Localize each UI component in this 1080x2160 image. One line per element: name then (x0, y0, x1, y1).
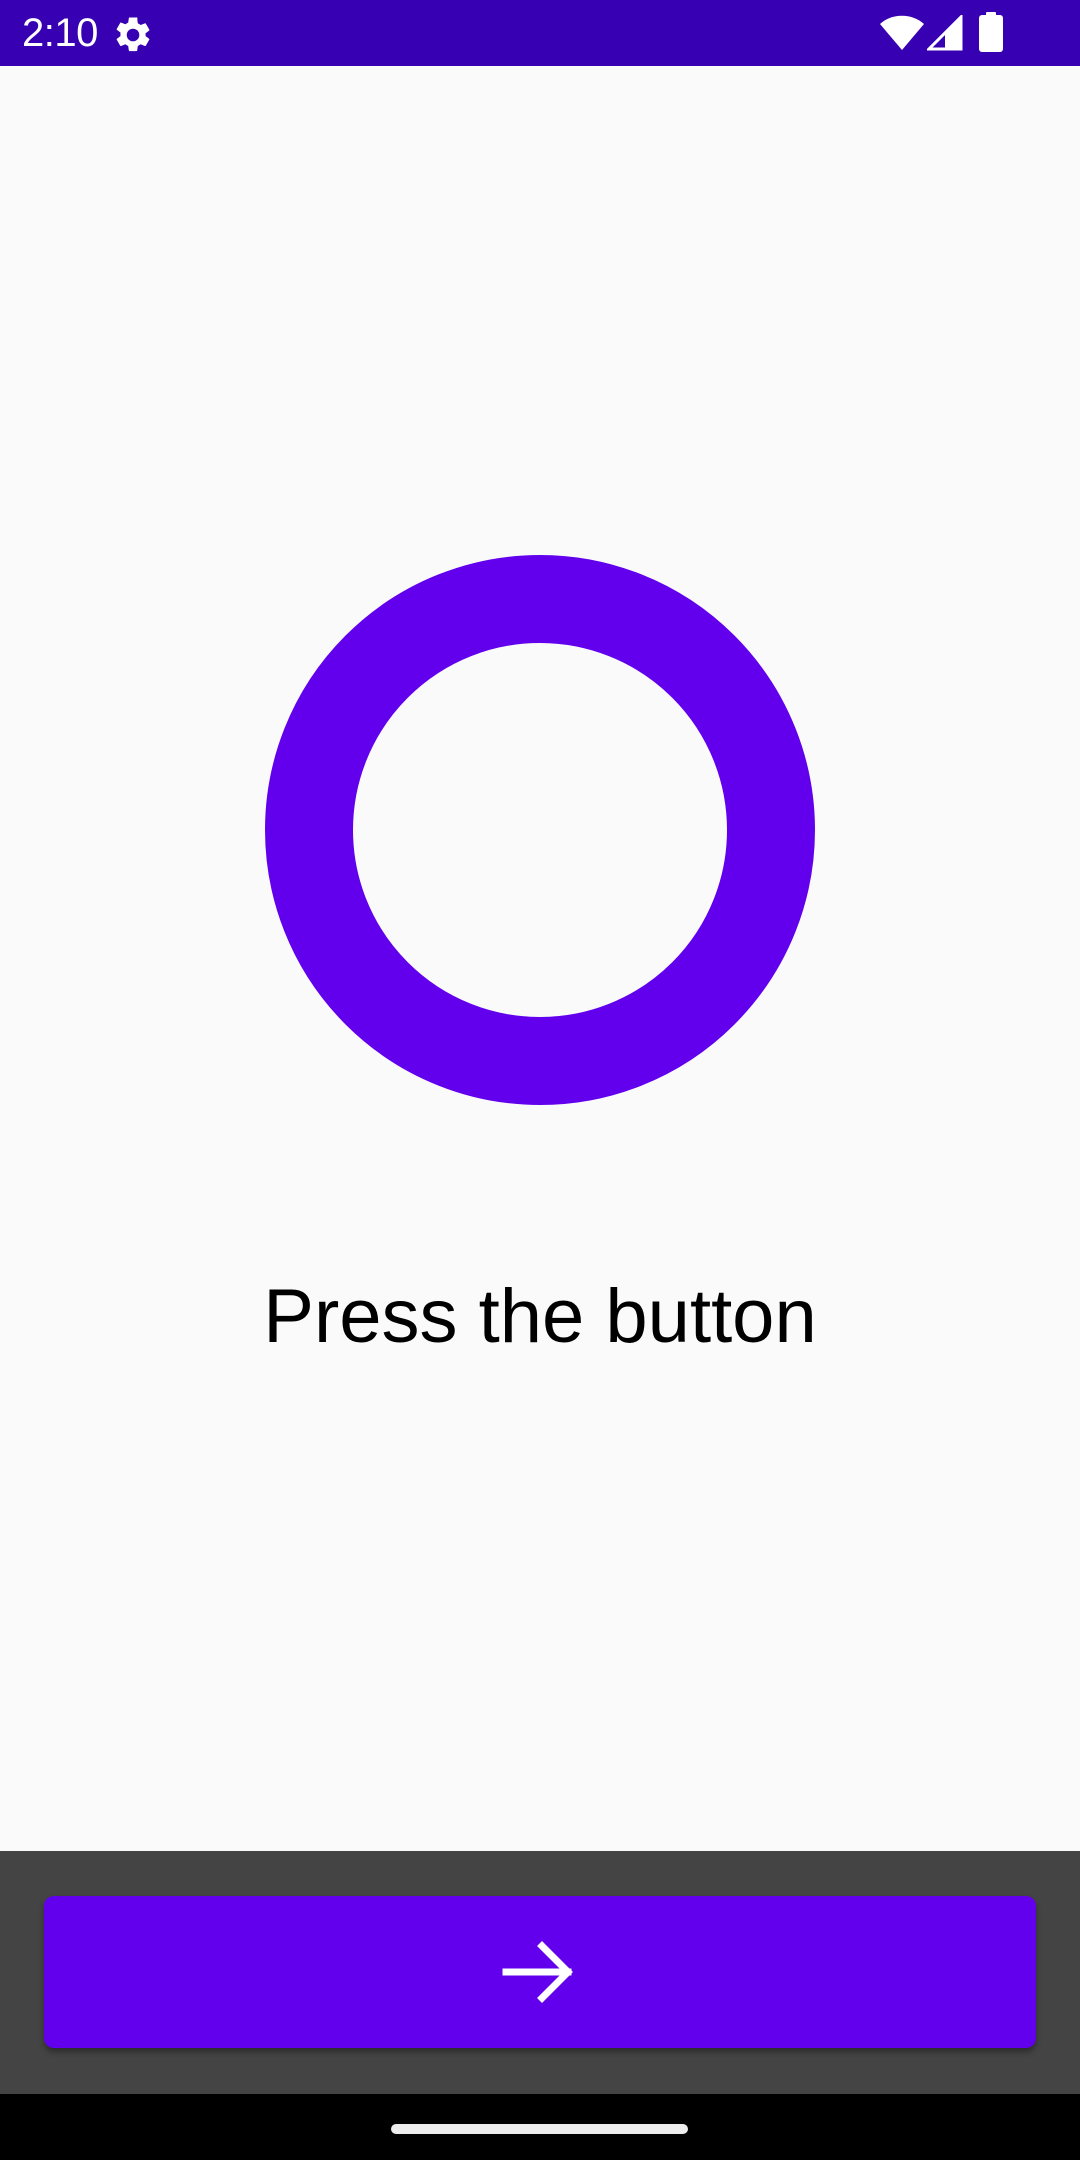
bottom-panel (0, 1851, 1080, 2094)
status-bar: 2:10 (0, 0, 1080, 66)
home-handle[interactable] (391, 2124, 688, 2134)
progress-ring (265, 555, 815, 1105)
next-button[interactable] (44, 1896, 1036, 2048)
cell-signal-icon (927, 15, 963, 51)
wifi-icon (880, 15, 924, 50)
navigation-bar (0, 2094, 1080, 2160)
status-time: 2:10 (22, 11, 98, 55)
gear-icon (116, 17, 150, 52)
instruction-text: Press the button (263, 1274, 817, 1359)
arrow-right-icon (502, 1941, 573, 2003)
battery-icon (979, 12, 1003, 52)
